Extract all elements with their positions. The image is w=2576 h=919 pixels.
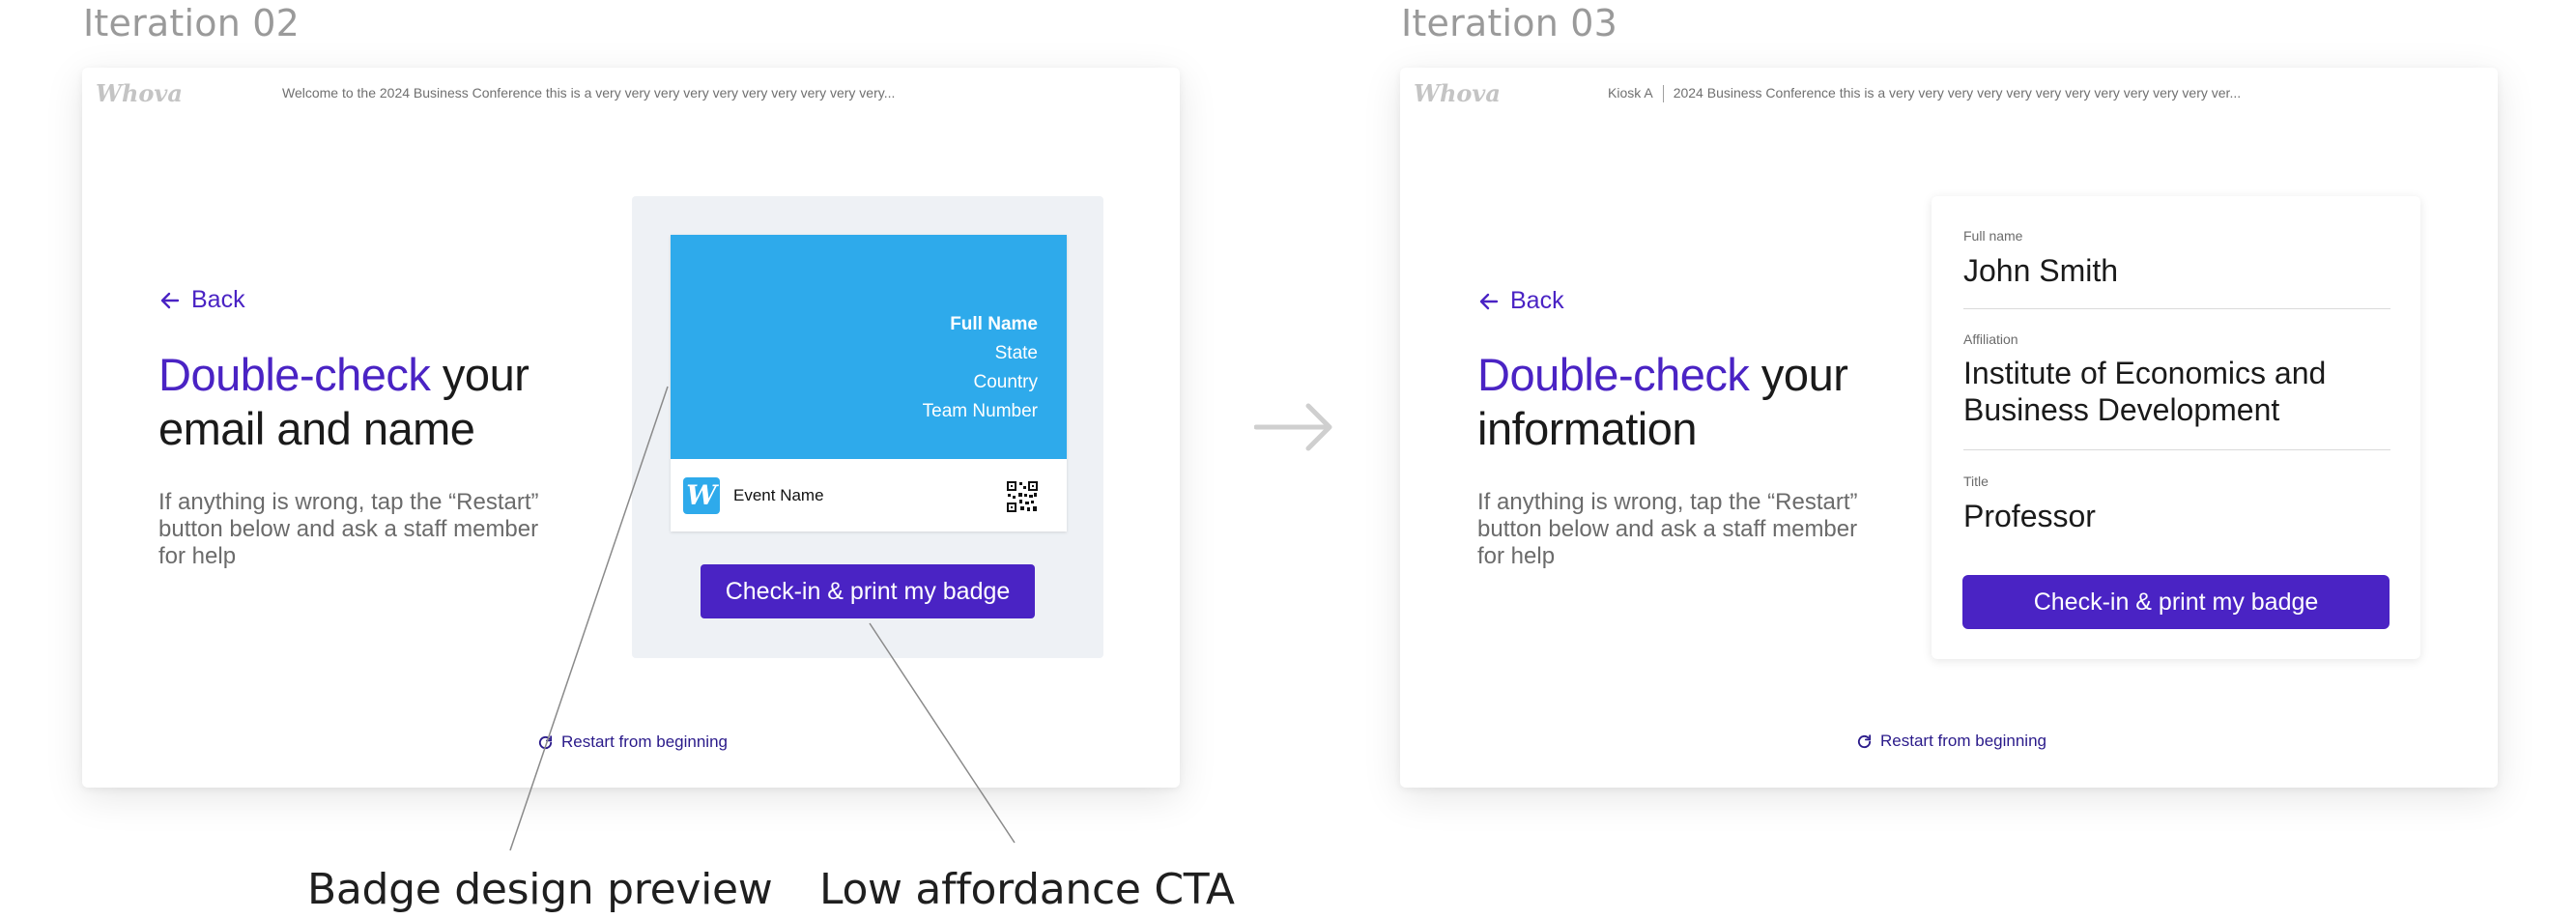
annotation-low-affordance: Low affordance CTA: [819, 865, 1235, 914]
badge-preview-leader-line: [509, 386, 669, 851]
annotation-lines: [509, 386, 1016, 851]
annotation-badge-preview: Badge design preview: [307, 865, 773, 914]
cta-leader-line: [869, 622, 1016, 844]
